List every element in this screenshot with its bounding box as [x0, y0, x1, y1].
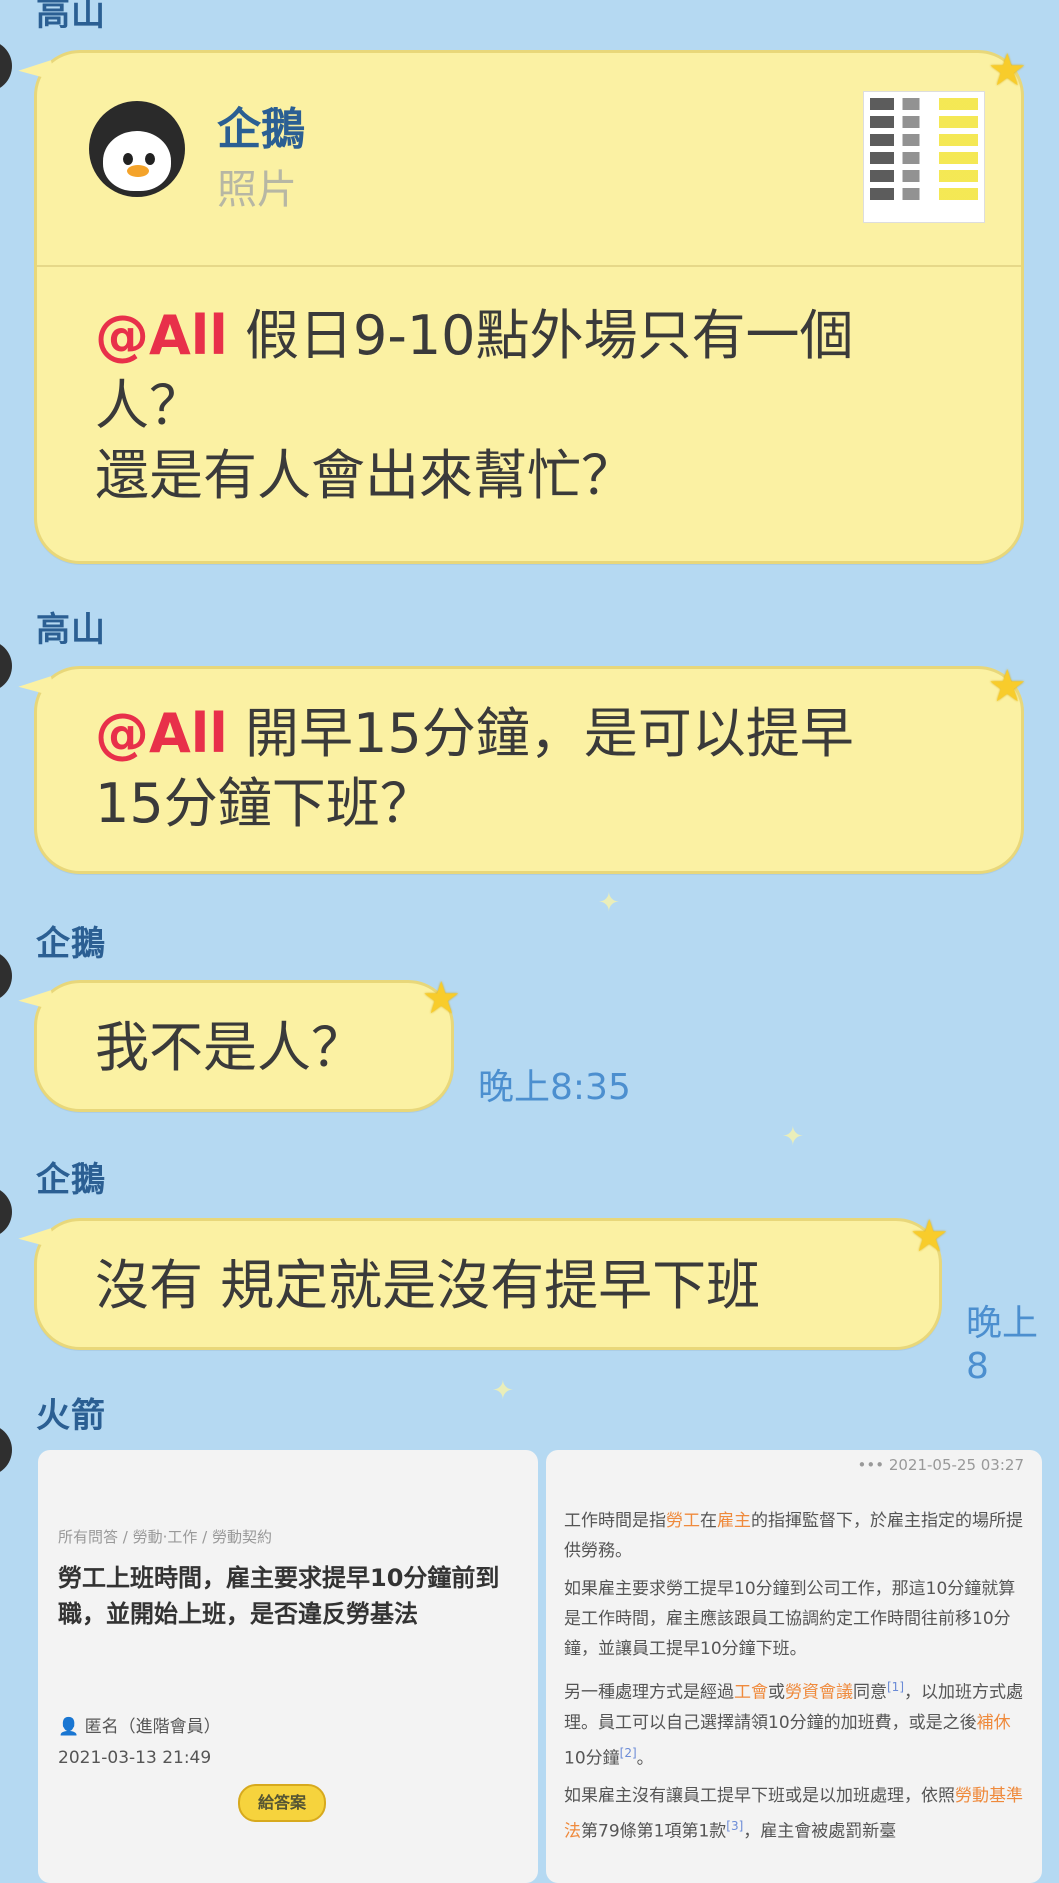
sender-name: 企鵝	[36, 924, 106, 964]
quoted-photo-thumbnail[interactable]	[863, 91, 985, 223]
mention-all[interactable]: @All	[95, 702, 228, 765]
sender-name: 火箭	[36, 1396, 106, 1436]
star-icon: ★	[421, 973, 461, 1024]
message-time: 晚上8	[966, 1303, 1039, 1387]
avatar[interactable]	[0, 1186, 12, 1238]
answer-paragraph: 工作時間是指勞工在雇主的指揮監督下，於雇主指定的場所提供勞務。	[564, 1511, 1023, 1561]
answer-body: 工作時間是指勞工在雇主的指揮監督下，於雇主指定的場所提供勞務。 如果雇主要求勞工…	[564, 1506, 1026, 1847]
sender-name: 高山	[36, 610, 106, 650]
message-time: 晚上8:35	[478, 1067, 631, 1108]
penguin-avatar-icon	[89, 101, 185, 197]
sparkle-decoration: ✦	[492, 1376, 514, 1406]
shared-image-article[interactable]: 所有問答 / 勞動·工作 / 勞動契約 勞工上班時間，雇主要求提早10分鐘前到職…	[38, 1450, 538, 1883]
bubble-tail	[18, 1228, 58, 1260]
star-icon: ★	[909, 1211, 949, 1262]
message-bubble[interactable]: ★ 沒有 規定就是沒有提早下班	[18, 1215, 949, 1350]
quoted-sender: 企鵝	[217, 104, 305, 155]
sparkle-decoration: ✦	[782, 1122, 804, 1152]
answer-timestamp: ••• 2021-05-25 03:27	[857, 1456, 1024, 1474]
avatar[interactable]	[0, 640, 12, 692]
answer-button[interactable]: 給答案	[238, 1784, 326, 1822]
message-text: @All 假日9-10點外場只有一個 人？ 還是有人會出來幫忙？	[95, 304, 854, 507]
bubble-tail	[18, 990, 58, 1022]
quoted-type: 照片	[217, 167, 297, 213]
answer-paragraph: 如果雇主要求勞工提早10分鐘到公司工作，那這10分鐘就算是工作時間，雇主應該跟員…	[564, 1579, 1016, 1659]
breadcrumb: 所有問答 / 勞動·工作 / 勞動契約	[58, 1528, 272, 1546]
message-bubble[interactable]: ★ 我不是人？	[18, 977, 461, 1112]
message-bubble-reply[interactable]: ★ 企鵝 照片 @All 假日9-10點外場只有一個 人？ 還是有人會出來幫忙？	[18, 49, 1027, 564]
message-bubble[interactable]: ★ @All 開早15分鐘，是可以提早 15分鐘下班？	[18, 665, 1027, 874]
message-text: @All 開早15分鐘，是可以提早 15分鐘下班？	[95, 702, 854, 835]
answer-paragraph: 如果雇主沒有讓員工提早下班或是以加班處理，依照勞動基準法第79條第1項第1款[3…	[564, 1786, 1023, 1842]
quoted-message[interactable]: 企鵝 照片	[37, 53, 1021, 267]
sender-name: 高山	[36, 0, 106, 34]
author-line: 👤 匿名（進階會員）	[58, 1717, 221, 1737]
answer-paragraph: 另一種處理方式是經過工會或勞資會議同意[1]，以加班方式處理。員工可以自己選擇請…	[564, 1680, 1023, 1769]
sender-name: 企鵝	[36, 1160, 106, 1200]
user-icon: 👤	[58, 1717, 80, 1737]
message-text: 我不是人？	[95, 1016, 365, 1079]
article-date: 2021-03-13 21:49	[58, 1748, 212, 1768]
article-title: 勞工上班時間，雇主要求提早10分鐘前到職，並開始上班，是否違反勞基法	[58, 1564, 500, 1628]
message-text: 沒有 規定就是沒有提早下班	[95, 1254, 761, 1317]
mention-all[interactable]: @All	[95, 304, 228, 367]
shared-image-answer[interactable]: ••• 2021-05-25 03:27 工作時間是指勞工在雇主的指揮監督下，於…	[546, 1450, 1042, 1883]
avatar[interactable]	[0, 40, 12, 92]
avatar[interactable]	[0, 1424, 12, 1476]
bubble-tail	[18, 676, 58, 708]
sparkle-decoration: ✦	[598, 888, 620, 918]
avatar[interactable]	[0, 950, 12, 1002]
